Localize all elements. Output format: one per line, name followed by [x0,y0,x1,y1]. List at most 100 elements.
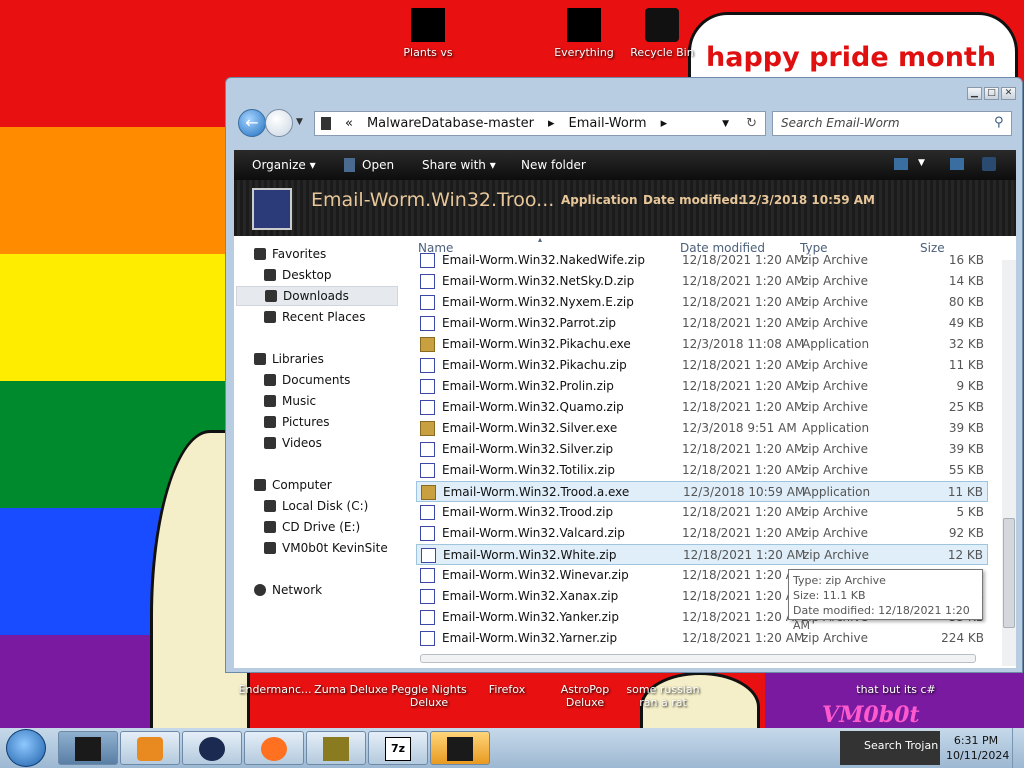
file-row[interactable]: Email-Worm.Win32.Quamo.zip 12/18/2021 1:2… [416,397,988,418]
desktop-icon-label: Peggle Nights Deluxe [391,683,467,709]
file-row[interactable]: Email-Worm.Win32.Pikachu.exe 12/3/2018 11… [416,334,988,355]
sidebar-item-downloads[interactable]: Downloads [236,286,398,306]
clock[interactable]: 6:31 PM 10/11/2024 [946,733,1009,763]
back-button[interactable]: ← [238,109,266,137]
file-name: Email-Worm.Win32.Prolin.zip [442,379,614,393]
desktop-icon-peggle[interactable]: Peggle Nights Deluxe [390,683,468,709]
desktop-icon-recycle-bin[interactable]: Recycle Bin [622,8,702,59]
taskbar-firefox[interactable] [244,731,304,765]
desktop-icon-plants[interactable]: Plants vs [388,8,468,59]
sidebar-item-computer[interactable]: Computer [254,475,332,495]
breadcrumb-current[interactable]: Email-Worm [569,116,647,131]
file-date: 12/18/2021 1:20 AM [682,316,805,330]
address-dropdown-icon[interactable]: ▼ [722,119,729,129]
taskbar-media-player[interactable] [120,731,180,765]
desktop-icon-everything[interactable]: Everything [544,8,624,59]
file-row[interactable]: Email-Worm.Win32.Trood.zip 12/18/2021 1:2… [416,502,988,523]
file-row[interactable]: Email-Worm.Win32.NetSky.D.zip 12/18/2021 … [416,271,988,292]
file-name: Email-Worm.Win32.Pikachu.exe [442,337,631,351]
desktop-icon-astropop[interactable]: AstroPop Deluxe [546,683,624,709]
search-widget[interactable]: Search Trojan [840,731,940,765]
sidebar-item-vm-share[interactable]: VM0b0t KevinSite [264,538,388,558]
file-date: 12/18/2021 1:20 AM [682,295,805,309]
taskbar-explorer[interactable] [58,731,118,765]
desktop-icon-russian-rat[interactable]: some russian ran a rat [624,683,702,709]
view-dropdown-icon[interactable]: ▼ [918,158,925,168]
file-name: Email-Worm.Win32.Trood.a.exe [443,485,630,499]
sidebar-item-pictures[interactable]: Pictures [264,412,330,432]
horizontal-scrollbar[interactable] [410,650,994,666]
breadcrumb-arrow-icon[interactable]: ▸ [548,116,555,131]
sidebar-item-videos[interactable]: Videos [264,433,322,453]
refresh-icon[interactable]: ↻ [746,116,757,131]
new-folder-button[interactable]: New folder [521,158,586,172]
horizontal-scrollbar-thumb[interactable] [420,654,976,663]
file-row[interactable]: Email-Worm.Win32.NakedWife.zip 12/18/2021… [416,250,988,271]
forward-button[interactable] [265,109,293,137]
pride-stripe-yellow [0,254,230,381]
breadcrumb-arrow-icon[interactable]: ▸ [661,116,668,131]
taskbar-ie[interactable] [182,731,242,765]
sidebar-item-desktop[interactable]: Desktop [264,265,332,285]
show-desktop-button[interactable] [1012,728,1024,768]
sidebar-item-favorites[interactable]: Favorites [254,244,326,264]
breadcrumb-overflow[interactable]: « [345,116,353,131]
vertical-scrollbar[interactable] [1002,260,1016,666]
taskbar-7zip[interactable]: 7z [368,731,428,765]
sidebar-item-documents[interactable]: Documents [264,370,350,390]
zip-archive-icon [420,610,435,625]
file-type: zip Archive [802,631,868,645]
help-icon[interactable] [982,157,996,171]
sidebar-item-music[interactable]: Music [264,391,316,411]
desktop-icon-zuma[interactable]: Zuma Deluxe [312,683,390,696]
search-icon[interactable]: ⚲ [994,115,1004,130]
application-icon [421,485,436,500]
globe-icon [199,737,225,761]
file-size: 32 KB [948,337,984,351]
file-date: 12/18/2021 1:20 AM [682,505,805,519]
file-date: 12/18/2021 1:20 AM [682,253,805,267]
file-row[interactable]: Email-Worm.Win32.Silver.zip 12/18/2021 1:… [416,439,988,460]
zip-archive-icon [421,548,436,563]
file-row[interactable]: Email-Worm.Win32.Pikachu.zip 12/18/2021 1… [416,355,988,376]
taskbar-game[interactable] [306,731,366,765]
file-row[interactable]: Email-Worm.Win32.Silver.exe 12/3/2018 9:5… [416,418,988,439]
preview-pane-icon[interactable] [950,158,964,170]
file-size: 11 KB [947,485,983,499]
recent-pages-dropdown[interactable]: ▼ [296,117,303,127]
address-bar[interactable]: « MalwareDatabase-master ▸ Email-Worm ▸ … [314,111,766,136]
file-row[interactable]: Email-Worm.Win32.Totilix.zip 12/18/2021 1… [416,460,988,481]
zip-archive-icon [420,505,435,520]
view-options-icon[interactable] [894,158,908,170]
organize-button[interactable]: Organize ▾ [252,158,316,172]
sidebar-item-cd-drive[interactable]: CD Drive (E:) [264,517,360,537]
minimize-button[interactable]: ▁ [967,87,982,100]
file-row[interactable]: Email-Worm.Win32.Parrot.zip 12/18/2021 1:… [416,313,988,334]
file-row[interactable]: Email-Worm.Win32.White.zip 12/18/2021 1:2… [416,544,988,565]
scrollbar-thumb[interactable] [1003,518,1015,628]
sidebar-item-recent-places[interactable]: Recent Places [264,307,365,327]
application-icon [420,337,435,352]
share-with-button[interactable]: Share with ▾ [422,158,496,172]
desktop-icon-firefox[interactable]: Firefox [468,683,546,696]
file-row[interactable]: Email-Worm.Win32.Prolin.zip 12/18/2021 1:… [416,376,988,397]
file-row[interactable]: Email-Worm.Win32.Nyxem.E.zip 12/18/2021 1… [416,292,988,313]
taskbar-app[interactable] [430,731,490,765]
desktop-icon-csharp[interactable]: that but its c# [850,683,942,696]
open-button[interactable]: Open [362,158,394,172]
sidebar-item-network[interactable]: Network [254,580,322,600]
desktop-icon-endermanc[interactable]: Endermanc... [236,683,314,696]
local-disk-icon [264,500,276,512]
maximize-button[interactable]: □ [984,87,999,100]
everything-icon [567,8,601,42]
sidebar-item-local-disk[interactable]: Local Disk (C:) [264,496,368,516]
file-row[interactable]: Email-Worm.Win32.Trood.a.exe 12/3/2018 10… [416,481,988,502]
search-input[interactable]: Search Email-Worm [772,111,1012,136]
file-size: 14 KB [948,274,984,288]
file-size: 12 KB [947,548,983,562]
sidebar-item-libraries[interactable]: Libraries [254,349,324,369]
file-row[interactable]: Email-Worm.Win32.Valcard.zip 12/18/2021 1… [416,523,988,544]
start-button[interactable] [6,729,46,767]
breadcrumb-parent[interactable]: MalwareDatabase-master [367,116,534,131]
close-button[interactable]: ✕ [1001,87,1016,100]
